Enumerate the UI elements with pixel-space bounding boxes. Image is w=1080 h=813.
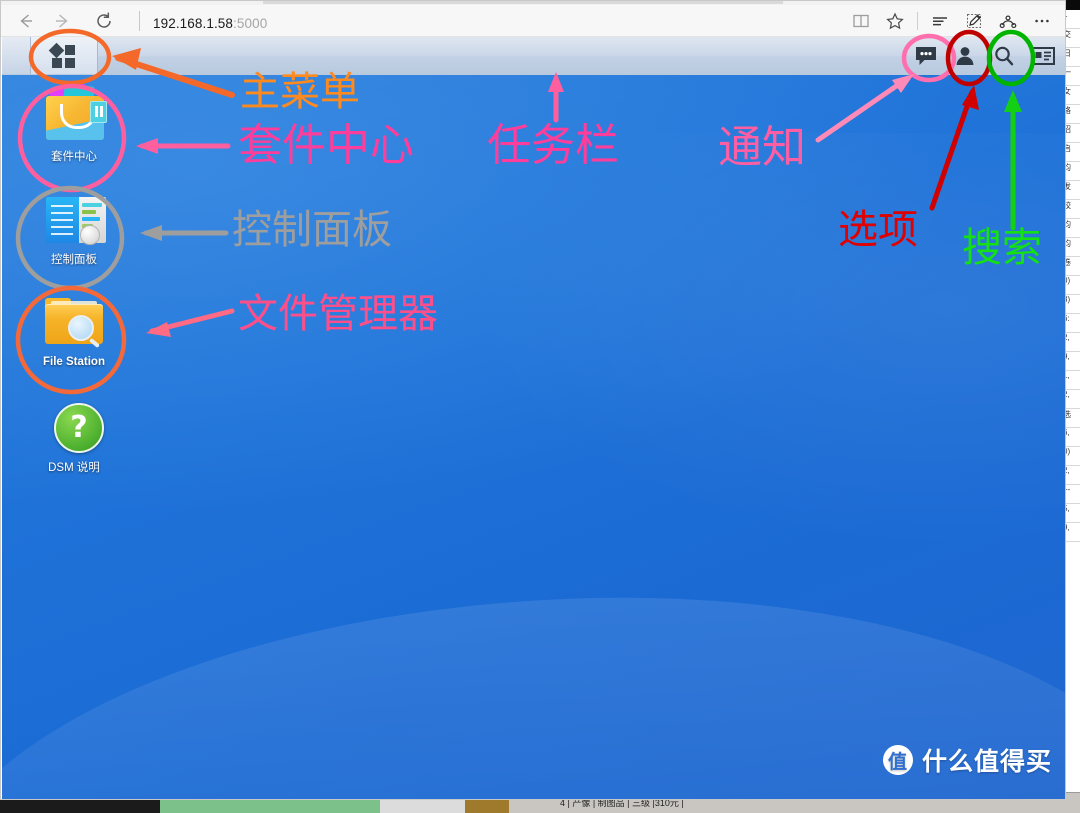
screenshot-root: 1交日一女格招启均发校均均卷0)3)6:2,9,1,2,选6,0)2,+-5,9… (0, 0, 1080, 813)
watermark-text: 什么值得买 (921, 747, 1052, 776)
help-glyph: ? (70, 410, 88, 445)
hub-icon[interactable] (923, 8, 957, 34)
web-note-icon[interactable] (957, 8, 991, 34)
watermark-logo: 值 (882, 745, 913, 775)
help-circle: ? (54, 403, 104, 453)
notifications-icon[interactable] (906, 37, 945, 74)
file-station-icon[interactable]: File Station (26, 289, 122, 369)
watermark: 值 什么值得买 (882, 742, 1052, 778)
toolbar-divider (917, 12, 918, 30)
file-station-label: File Station (43, 356, 105, 368)
address-host: 192.168.1.58 (153, 16, 234, 31)
control-panel-label: 控制面板 (51, 254, 97, 266)
shopping-bag-icon (40, 83, 108, 146)
widget-icon[interactable] (1023, 37, 1062, 74)
browser-toolbar: 192.168.1.58:5000 (1, 5, 1065, 37)
browser-toolbar-right (844, 8, 1059, 34)
reading-view-icon[interactable] (844, 8, 878, 34)
dsm-taskbar[interactable] (2, 37, 1065, 76)
address-port: :5000 (233, 16, 268, 31)
control-panel-glyph-icon (40, 187, 108, 249)
grid-diamond-icon (48, 42, 77, 68)
reload-icon[interactable] (91, 9, 117, 33)
more-icon[interactable] (1025, 8, 1059, 34)
address-bar[interactable]: 192.168.1.58:5000 (153, 14, 267, 34)
dsm-help-icon[interactable]: ? DSM 说明 (26, 395, 122, 475)
question-mark-icon: ? (40, 395, 108, 457)
taskbar-left-edge (2, 37, 31, 74)
dsm-page: 套件中心 控制面板 File Station ? DSM 说明 值 什么值得买 (2, 37, 1065, 799)
folder-search-icon (40, 289, 108, 351)
package-center-label: 套件中心 (51, 151, 97, 163)
taskbar-tray (906, 37, 1062, 74)
dsm-help-label: DSM 说明 (48, 462, 100, 474)
browser-tab[interactable] (263, 1, 783, 4)
wallpaper-glow (427, 133, 1065, 568)
back-arrow-icon[interactable] (13, 9, 39, 33)
forward-arrow-icon[interactable] (49, 9, 75, 33)
package-center-icon[interactable]: 套件中心 (26, 83, 122, 164)
search-icon[interactable] (984, 37, 1023, 74)
share-icon[interactable] (991, 8, 1025, 34)
browser-window: 192.168.1.58:5000 套件中心 控制面板 File Station… (0, 0, 1066, 800)
main-menu-button[interactable] (31, 37, 98, 74)
dsm-wallpaper: 套件中心 控制面板 File Station ? DSM 说明 值 什么值得买 (2, 75, 1065, 799)
control-panel-icon[interactable]: 控制面板 (26, 187, 122, 267)
address-divider (139, 11, 140, 31)
options-icon[interactable] (945, 37, 984, 74)
favorites-star-icon[interactable] (878, 8, 912, 34)
